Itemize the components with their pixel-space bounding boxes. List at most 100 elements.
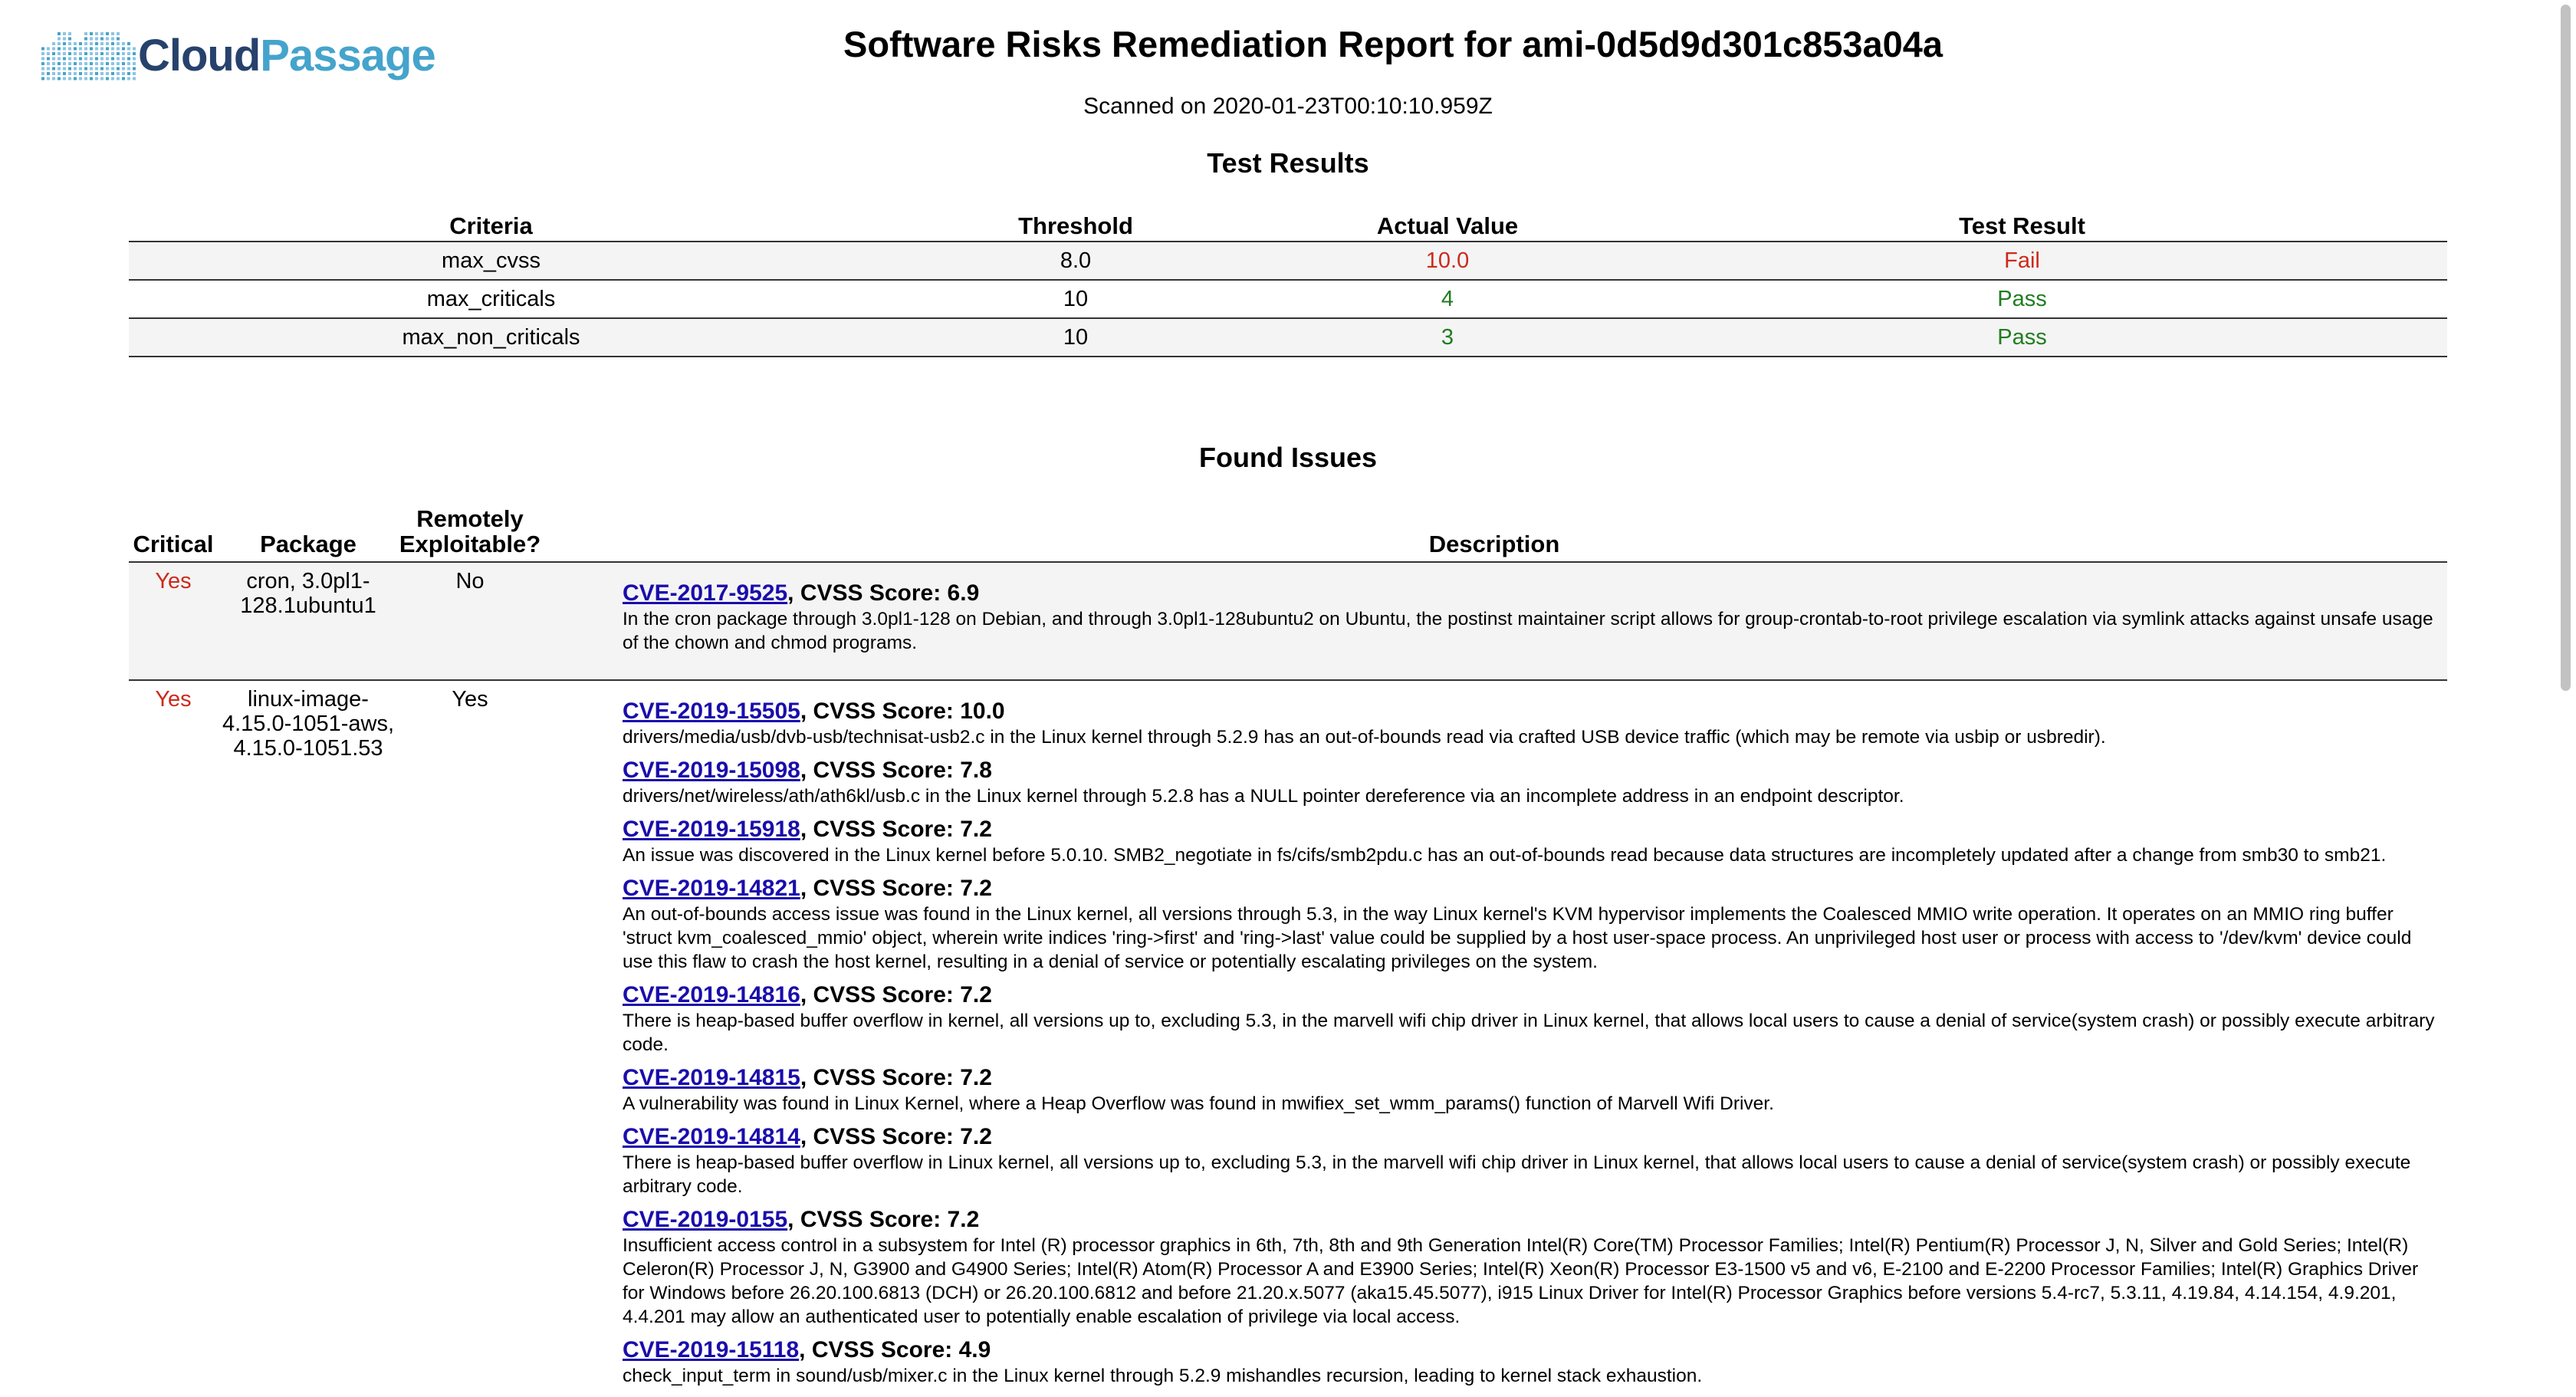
criteria-cell: max_criticals <box>129 280 853 319</box>
logo-dot <box>111 62 114 65</box>
logo-dot <box>58 47 61 51</box>
logo-passage-text: Passage <box>260 31 435 81</box>
package-cell: cron, 3.0pl1-128.1ubuntu1 <box>218 562 399 681</box>
test-results-table: Criteria Threshold Actual Value Test Res… <box>129 212 2447 357</box>
logo-dot <box>84 32 87 35</box>
logo-dot <box>133 62 136 65</box>
issue-row: Yes cron, 3.0pl1-128.1ubuntu1 No CVE-2017-9… <box>129 562 2447 681</box>
logo-dot <box>52 77 55 81</box>
logo-dot <box>127 77 130 81</box>
test-results-heading: Test Results <box>1207 147 1369 179</box>
logo-dot <box>100 37 104 41</box>
logo-dot <box>68 52 71 55</box>
test-result-cell: Pass <box>1597 318 2447 357</box>
cve-link[interactable]: CVE-2017-9525 <box>623 580 787 606</box>
logo-dot <box>79 67 82 71</box>
logo-dot <box>79 52 82 55</box>
logo-dot <box>74 77 77 81</box>
logo-dot <box>111 32 114 35</box>
logo-dot <box>111 67 114 71</box>
threshold-cell: 8.0 <box>853 242 1298 281</box>
logo-dot <box>100 57 104 61</box>
found-issues-heading: Found Issues <box>1198 442 1378 473</box>
report-page: CloudPassage Software Risks Remediation … <box>0 0 2576 1397</box>
logo-dot <box>106 62 109 65</box>
cve-link[interactable]: CVE-2019-14815 <box>623 1065 800 1090</box>
vertical-scrollbar[interactable] <box>2555 0 2576 1397</box>
logo-dot <box>100 32 104 35</box>
logo-dot <box>79 72 82 75</box>
logo-dot <box>84 72 87 75</box>
logo-dot <box>47 72 50 75</box>
cve-entry: CVE-2019-14821, CVSS Score: 7.2 An out-of… <box>623 875 2440 974</box>
logo-dot <box>122 72 125 75</box>
cve-link[interactable]: CVE-2019-14821 <box>623 876 800 901</box>
logo-dot <box>127 47 130 51</box>
logo-dot <box>84 57 87 61</box>
cve-description: check_input_term in sound/usb/mixer.c in… <box>623 1366 1703 1386</box>
cvss-score: , CVSS Score: 10.0 <box>800 698 1005 724</box>
cve-link[interactable]: CVE-2019-14816 <box>623 982 800 1007</box>
logo-dot <box>79 42 82 45</box>
cve-entry: CVE-2019-14816, CVSS Score: 7.2 There is … <box>623 981 2440 1057</box>
logo-dot <box>122 42 125 45</box>
logo-dot <box>84 52 87 55</box>
logo-dot <box>127 62 130 65</box>
logo-dot <box>68 77 71 81</box>
scrollbar-thumb[interactable] <box>2561 5 2571 691</box>
cve-link[interactable]: CVE-2019-0155 <box>623 1207 787 1232</box>
logo-dot <box>95 42 98 45</box>
report-title: Software Risks Remediation Report for am… <box>843 24 1944 64</box>
logo-dot <box>122 47 125 51</box>
cve-link[interactable]: CVE-2019-15098 <box>623 758 800 783</box>
logo-dot <box>58 67 61 71</box>
cve-entry: CVE-2019-14814, CVSS Score: 7.2 There is … <box>623 1123 2440 1198</box>
logo-dot <box>63 77 66 81</box>
logo-dot <box>52 67 55 71</box>
test-result-cell: Fail <box>1597 242 2447 281</box>
description-content: CVE-2019-15505, CVSS Score: 10.0 drivers/… <box>541 687 2447 1388</box>
logo-dot <box>74 47 77 51</box>
description-content: CVE-2017-9525, CVSS Score: 6.9 In the cro… <box>541 569 2447 655</box>
cve-link[interactable]: CVE-2019-14814 <box>623 1124 800 1149</box>
logo-dot <box>84 37 87 41</box>
logo-dot <box>74 67 77 71</box>
logo-dot <box>47 52 50 55</box>
logo-dot <box>106 37 109 41</box>
logo-dot <box>90 72 93 75</box>
logo-dot <box>127 57 130 61</box>
logo-dot <box>41 77 44 81</box>
cve-link[interactable]: CVE-2019-15118 <box>623 1337 799 1362</box>
cve-link[interactable]: CVE-2019-15918 <box>623 817 800 842</box>
column-header-actual-value: Actual Value <box>1298 212 1597 242</box>
cve-link[interactable]: CVE-2019-15505 <box>623 698 800 724</box>
logo-dot <box>52 62 55 65</box>
column-header-test-result: Test Result <box>1597 212 2447 242</box>
logo-dot <box>100 42 104 45</box>
logo-dot <box>111 77 114 81</box>
logo-dot <box>63 32 66 35</box>
logo-dot <box>100 62 104 65</box>
logo-dot <box>63 47 66 51</box>
logo-dot <box>95 77 98 81</box>
test-result-row: max_cvss 8.0 10.0 Fail <box>129 242 2447 281</box>
logo-dot <box>74 72 77 75</box>
test-result-cell: Pass <box>1597 280 2447 319</box>
logo-cloud-text: Cloud <box>138 31 261 81</box>
test-result-row: max_criticals 10 4 Pass <box>129 280 2447 319</box>
logo-dot <box>95 57 98 61</box>
logo-dot <box>74 42 77 45</box>
logo-dot <box>117 42 120 45</box>
test-results-header-row: Criteria Threshold Actual Value Test Res… <box>129 212 2447 242</box>
logo-dot <box>79 57 82 61</box>
logo-dot <box>74 52 77 55</box>
logo-dot <box>122 67 125 71</box>
logo-dot <box>117 77 120 81</box>
logo-dot <box>41 47 44 51</box>
cve-entry: CVE-2019-14815, CVSS Score: 7.2 A vulnera… <box>623 1064 2440 1116</box>
logo-dot <box>63 37 66 41</box>
logo-dot <box>95 37 98 41</box>
found-issues-table: Critical Package Remotely Exploitable? D… <box>129 506 2447 1397</box>
cve-description: An issue was discovered in the Linux ker… <box>623 845 2387 866</box>
logo-dot <box>122 77 125 81</box>
